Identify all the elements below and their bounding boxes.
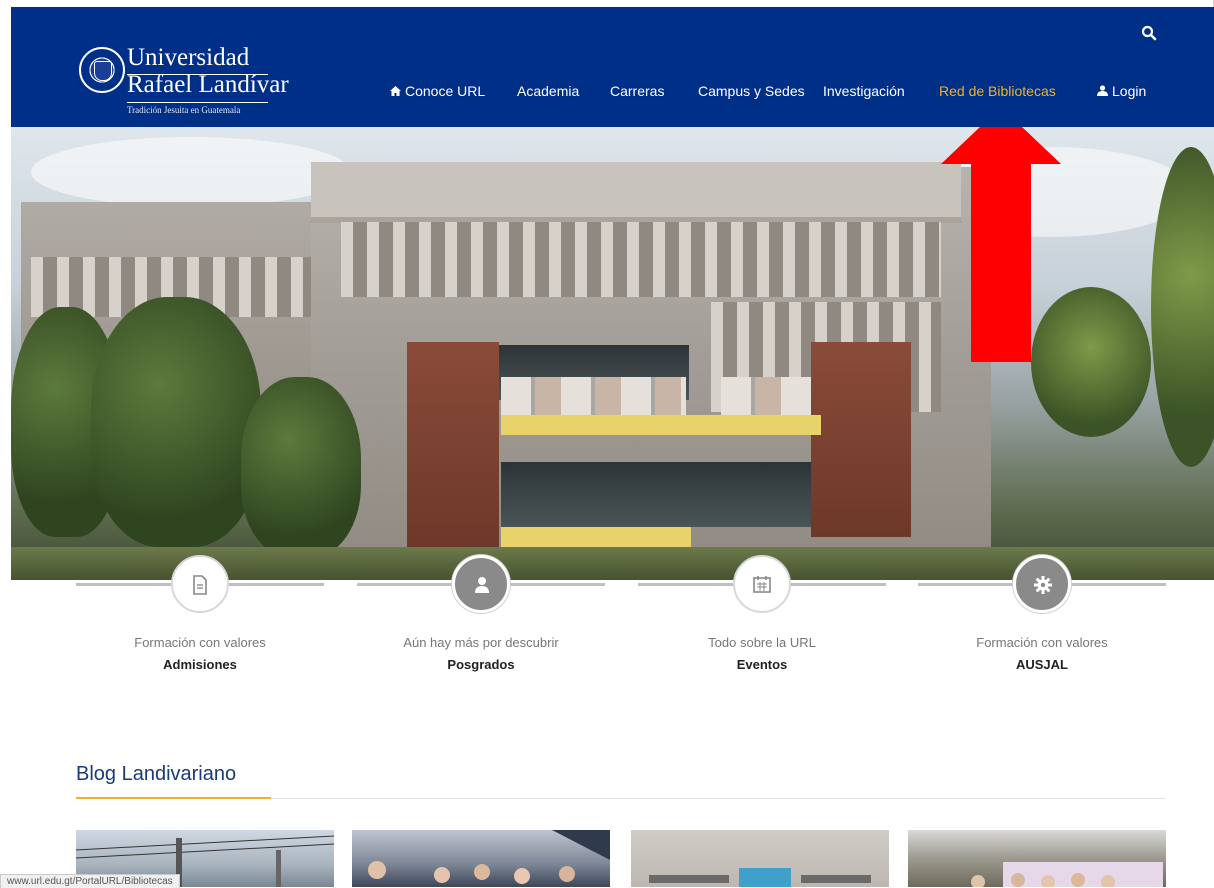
feature-subtitle: Todo sobre la URL — [708, 635, 816, 650]
blog-section-title: Blog Landivariano — [76, 763, 237, 785]
building-roof — [311, 162, 961, 223]
feature-subtitle: Aún hay más por descubrir — [403, 635, 559, 650]
nav-login-label: Login — [1112, 83, 1147, 99]
tree — [91, 297, 261, 547]
nav-academia-label: Academia — [517, 83, 580, 99]
blog-title-accent — [76, 797, 271, 799]
feature-subtitle: Formación con valores — [134, 635, 266, 650]
feature-links: Formación con valores Admisiones Aún hay… — [76, 555, 1166, 685]
building-fins — [341, 222, 941, 297]
nav-bibliotecas-label: Red de Bibliotecas — [939, 83, 1056, 99]
nav-campus-y-sedes[interactable]: Campus y Sedes — [698, 82, 805, 100]
nav-investigacion[interactable]: Investigación — [823, 82, 905, 100]
blog-card-image[interactable] — [352, 830, 610, 887]
feature-title[interactable]: AUSJAL — [918, 657, 1166, 672]
calendar-icon[interactable] — [733, 555, 791, 613]
feature-admisiones[interactable]: Formación con valores Admisiones — [76, 555, 324, 685]
logo-divider-bottom — [127, 102, 268, 103]
brick-column — [407, 342, 499, 552]
nav-red-de-bibliotecas[interactable]: Red de Bibliotecas — [939, 82, 1056, 100]
nav-conoce-url-label: Conoce URL — [405, 83, 486, 99]
feature-subtitle: Formación con valores — [976, 635, 1108, 650]
document-icon[interactable] — [171, 555, 229, 613]
nav-investigacion-label: Investigación — [823, 83, 905, 99]
nav-academia[interactable]: Academia — [517, 82, 579, 100]
site-header: Universidad Rafael Landívar Tradición Je… — [11, 7, 1214, 127]
gear-icon[interactable] — [1013, 555, 1071, 613]
window-banners — [501, 377, 686, 415]
nav-login[interactable]: Login — [1097, 82, 1146, 101]
window-banners — [721, 377, 811, 415]
nav-conoce-url[interactable]: Conoce URL — [390, 82, 485, 101]
red-up-arrow-icon — [941, 127, 1061, 362]
person-icon[interactable] — [452, 555, 510, 613]
feature-title[interactable]: Posgrados — [357, 657, 605, 672]
feature-title[interactable]: Eventos — [638, 657, 886, 672]
user-icon — [1097, 83, 1108, 101]
nav-campus-label: Campus y Sedes — [698, 83, 805, 99]
blog-card-image[interactable] — [908, 830, 1166, 887]
feature-posgrados[interactable]: Aún hay más por descubrir Posgrados — [357, 555, 605, 685]
browser-status-bar-url: www.url.edu.gt/PortalURL/Bibliotecas — [0, 874, 180, 888]
nav-carreras[interactable]: Carreras — [610, 82, 664, 100]
glass-windows — [501, 462, 811, 527]
main-nav: Conoce URL Academia Carreras Campus y Se… — [11, 82, 1214, 102]
nav-carreras-label: Carreras — [610, 83, 665, 99]
feature-ausjal[interactable]: Formación con valores AUSJAL — [918, 555, 1166, 685]
home-icon — [390, 83, 401, 101]
tree — [241, 377, 361, 557]
hero-campus-photo — [11, 127, 1214, 580]
logo-name-line1: Universidad — [127, 44, 250, 71]
feature-title[interactable]: Admisiones — [76, 657, 324, 672]
blog-card-image[interactable] — [631, 830, 889, 887]
brick-column — [811, 342, 911, 537]
sky-cloud — [31, 137, 351, 207]
feature-eventos[interactable]: Todo sobre la URL Eventos — [638, 555, 886, 685]
yellow-band — [501, 415, 821, 435]
logo-tagline: Tradición Jesuita en Guatemala — [127, 105, 241, 115]
search-icon[interactable] — [1141, 25, 1161, 45]
